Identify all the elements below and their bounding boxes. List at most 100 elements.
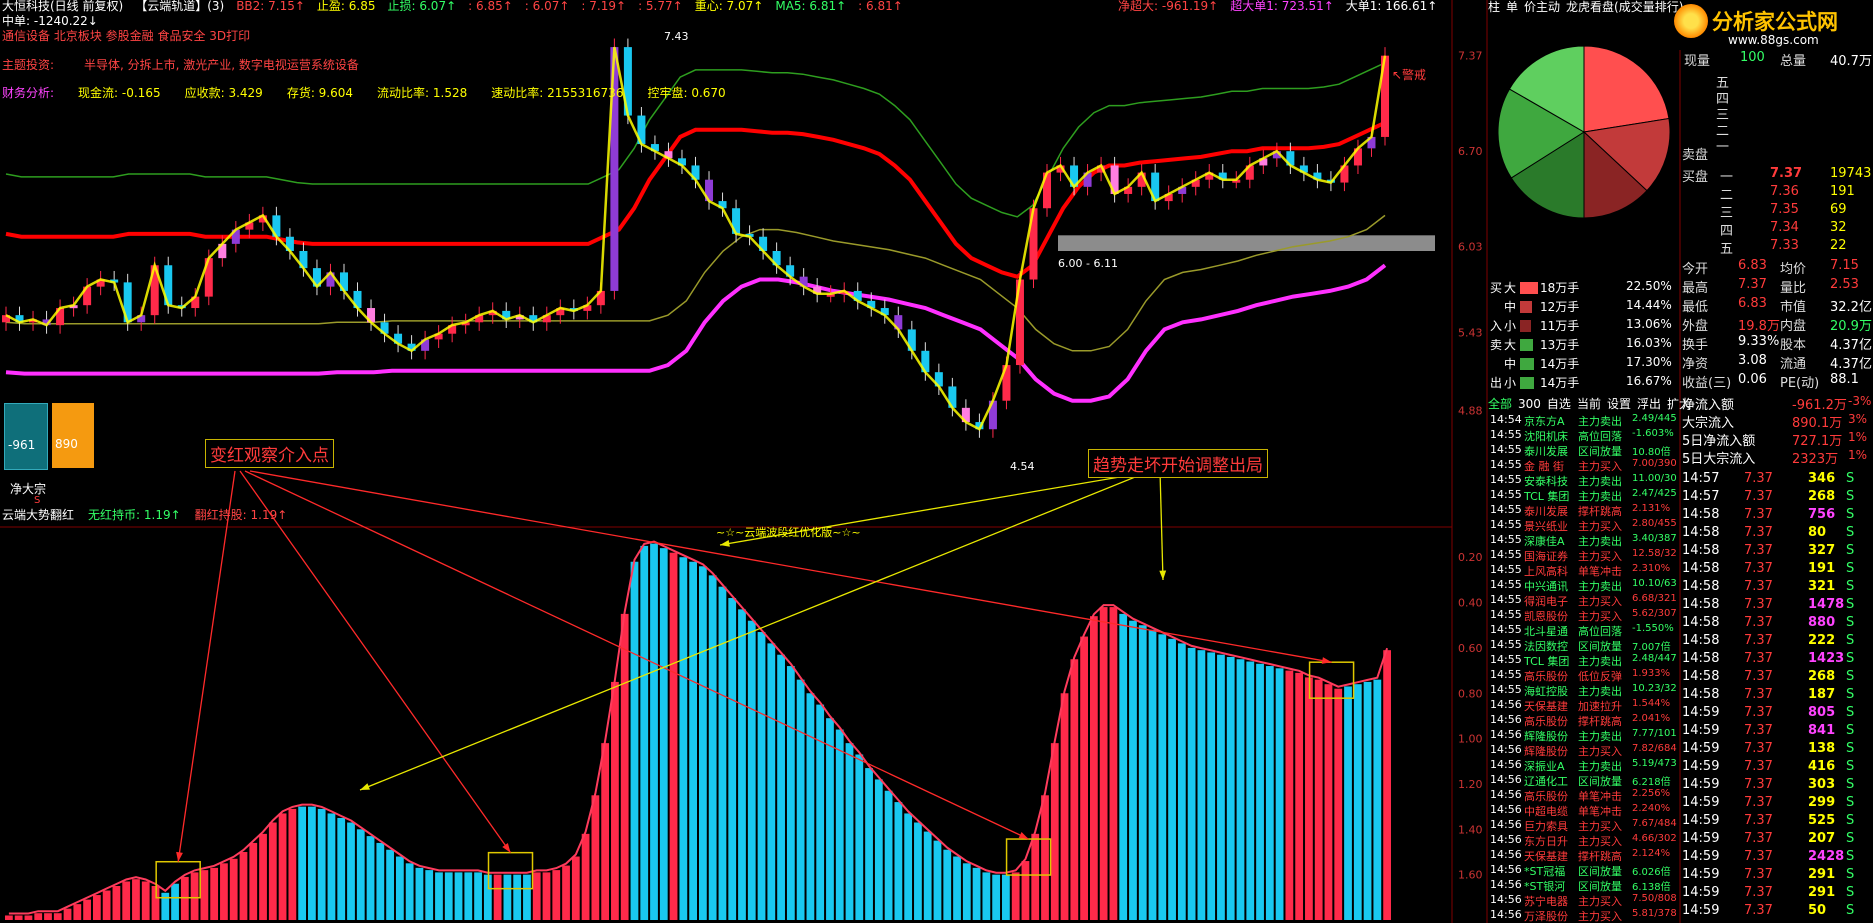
alert-value: 2.47/425 [1632, 488, 1677, 499]
tick-volume: 291 [1808, 867, 1836, 882]
tick-price: 7.37 [1744, 543, 1773, 558]
alert-value: 2.310% [1632, 563, 1671, 574]
tick-side: S [1846, 849, 1855, 864]
quote-label: 最高 [1682, 281, 1709, 296]
tick-price: 7.37 [1744, 651, 1773, 666]
alert-action: 主力买入 [1578, 460, 1622, 473]
osc-bar [259, 833, 267, 920]
tick-price: 7.37 [1744, 489, 1773, 504]
alert-time: 14:55 [1490, 683, 1522, 696]
osc-bar [699, 566, 707, 920]
buy-vol-0: 19743 [1830, 166, 1872, 181]
alert-value: 3.40/387 [1632, 533, 1677, 544]
quote-value: 3.08 [1738, 353, 1767, 368]
osc-bar [747, 620, 756, 920]
peak-label: 7.43 [664, 30, 689, 43]
tick-time: 14:59 [1682, 867, 1720, 882]
alert-stock: 京东方A [1524, 415, 1565, 428]
tick-price: 7.37 [1744, 795, 1773, 810]
finance-text-1: 现金流: -0.165 [78, 86, 161, 100]
alert-stock: 沈阳机床 [1524, 430, 1568, 443]
osc-bar [24, 915, 33, 920]
flow-value: 2323万 [1792, 452, 1839, 467]
osc-bar [454, 872, 463, 920]
alert-value: 7.00/390 [1632, 458, 1677, 469]
quote-label: 换手 [1682, 338, 1709, 353]
alert-stock: 安泰科技 [1524, 475, 1568, 488]
tick-price: 7.37 [1744, 903, 1773, 918]
concept-text-0: 通信设备 北京板块 参股金融 食品安全 3D打印 [2, 29, 251, 43]
tick-volume: 268 [1808, 489, 1836, 504]
tick-side: S [1846, 561, 1855, 576]
order-book: 现量 100 总量 40.7万五四三二一卖盘 买盘一 7.37 19743 二 7.36 191 三… [1680, 50, 1872, 258]
alert-action: 主力卖出 [1578, 475, 1622, 488]
osc-bar [337, 817, 346, 920]
list-tab-4: 设置 [1606, 397, 1631, 411]
sell-label: 卖盘 [1682, 148, 1709, 163]
osc-bar [356, 829, 365, 920]
list-tab-3: 当前 [1576, 397, 1601, 411]
tick-volume: 880 [1808, 615, 1836, 630]
alert-action: 主力买入 [1578, 610, 1622, 623]
osc-bar [1050, 743, 1059, 920]
vol-total-label: 总量 [1780, 54, 1807, 69]
alert-action: 加速拉升 [1578, 700, 1622, 713]
header-item-9: 重心: 7.07↑ [694, 0, 764, 13]
osc-bar [288, 808, 297, 920]
quote-value: 6.83 [1738, 258, 1767, 273]
osc-bar [630, 561, 639, 920]
alert-value: 2.131% [1632, 503, 1671, 514]
osc-bar [982, 872, 991, 920]
tick-time: 14:59 [1682, 723, 1720, 738]
alert-stock: 凯恩股份 [1524, 610, 1568, 623]
quote-value: 6.83 [1738, 296, 1767, 311]
tick-time: 14:58 [1682, 597, 1720, 612]
tick-side: S [1846, 579, 1855, 594]
alert-stock: 泰川发展 [1524, 505, 1568, 518]
flow-label: 大宗流入 [1682, 416, 1735, 431]
osc-bar [1373, 679, 1382, 920]
bs-bar [1520, 377, 1534, 389]
header-row-1: 大恒科技(日线 前复权) 【云端轨道】(3) BB2: 7.15↑ 止盈: 6.85 止… [2, 0, 915, 14]
low-label: 4.54 [1010, 460, 1035, 473]
bs-volume: 14万手 [1540, 357, 1580, 371]
alert-stock: TCL 集团 [1524, 655, 1570, 668]
tick-side: S [1846, 831, 1855, 846]
alert-stock: 东方日升 [1524, 835, 1568, 848]
tick-time: 14:59 [1682, 705, 1720, 720]
osc-bar [611, 681, 619, 920]
osc-bar [161, 892, 170, 920]
osc-bar [914, 822, 922, 920]
osc-bar [1187, 647, 1196, 920]
arrow-yellow-3-head [1159, 570, 1167, 580]
alert-value: 6.138倍 [1632, 882, 1671, 893]
osc-bar [601, 743, 610, 920]
theme-text-1: 半导体, 分拆上市, 激光产业, 数字电视运营系统设备 [84, 58, 359, 72]
osc-axis-label: 0.40 [1458, 597, 1483, 610]
panel-tab-2: 价主动 [1524, 0, 1561, 14]
quote-value: 19.8万 [1738, 319, 1780, 334]
osc-bar [298, 806, 307, 920]
alert-time: 14:56 [1490, 893, 1522, 906]
header-right-item-0: 净超大: -961.19↑ [1118, 0, 1219, 13]
osc-bar [826, 718, 834, 920]
alert-value: 7.82/684 [1632, 743, 1677, 754]
osc-bar [1070, 659, 1079, 920]
alert-stock: 深康佳A [1524, 535, 1565, 548]
alert-time: 14:55 [1490, 443, 1522, 456]
osc-bar [327, 813, 336, 920]
alert-time: 14:55 [1490, 653, 1522, 666]
osc-bar [816, 704, 825, 920]
buy-price-0: 7.37 [1770, 166, 1803, 181]
alert-action: 高位回落 [1578, 625, 1622, 638]
alert-time: 14:55 [1490, 638, 1522, 651]
osc-bar [767, 643, 776, 920]
alert-action: 主力买入 [1578, 820, 1622, 833]
alert-action: 主力买入 [1578, 910, 1622, 923]
finance-text-5: 速动比率: 2155316736 [491, 86, 624, 100]
alert-list: 14:54 京东方A 主力卖出 2.49/445 14:55 沈阳机床 高位回落 -1.603… [1488, 413, 1680, 923]
tick-price: 7.37 [1744, 507, 1773, 522]
buy-price-2: 7.35 [1770, 202, 1799, 217]
osc-bar [796, 679, 805, 920]
osc-bar [777, 654, 785, 920]
